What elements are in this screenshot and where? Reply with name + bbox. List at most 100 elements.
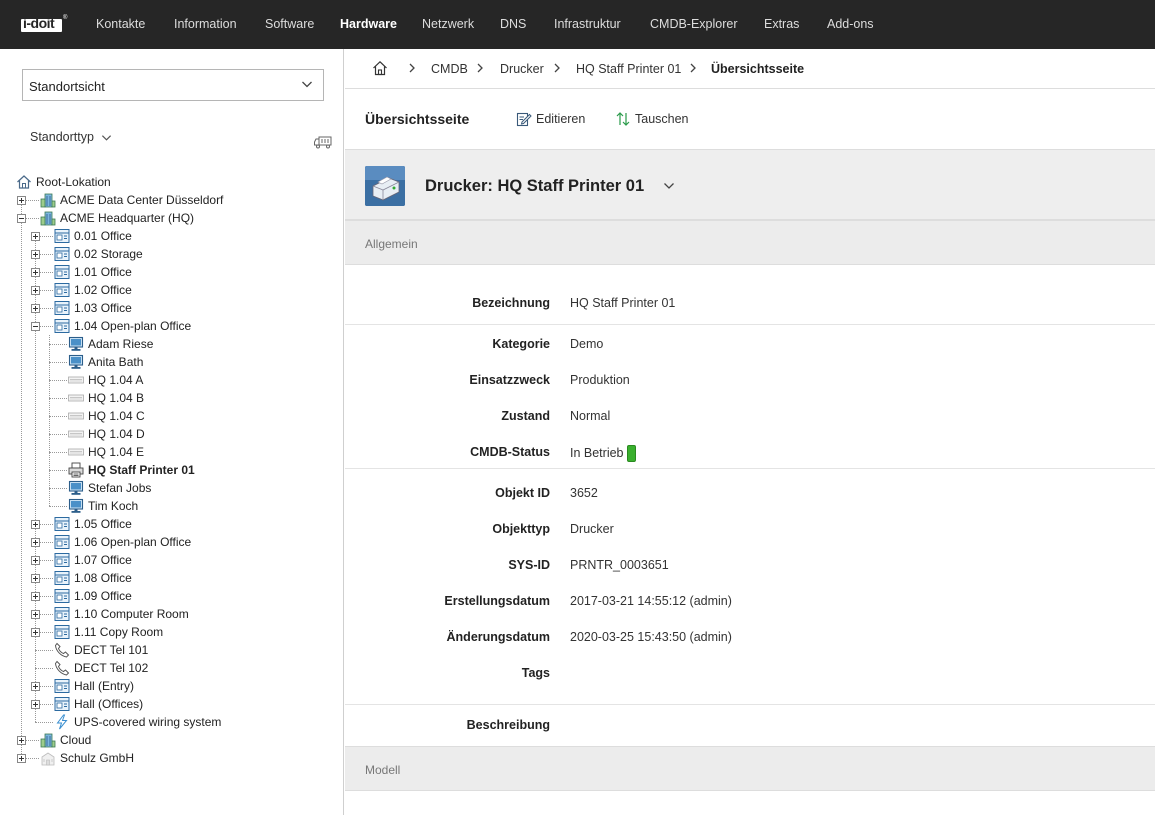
tree-item[interactable]: 0.02 Storage: [54, 245, 143, 263]
tree-item[interactable]: 1.03 Office: [54, 299, 132, 317]
nav-item-netzwerk[interactable]: Netzwerk: [422, 17, 474, 31]
expand-toggle[interactable]: [31, 628, 40, 637]
field-value: Drucker: [570, 522, 614, 536]
tree-item[interactable]: DECT Tel 102: [54, 659, 148, 677]
page-title: Übersichtsseite: [365, 111, 470, 127]
expand-toggle[interactable]: [31, 610, 40, 619]
expand-toggle[interactable]: [31, 592, 40, 601]
expand-toggle[interactable]: [17, 196, 26, 205]
chevron-down-icon: [102, 135, 112, 141]
tree-item[interactable]: Hall (Entry): [54, 677, 134, 695]
expand-toggle[interactable]: [31, 574, 40, 583]
tree-item-label: 1.01 Office: [74, 265, 132, 279]
tree-item-label: 1.04 Open-plan Office: [74, 319, 192, 333]
idoit-logo[interactable]: i-doit ®: [21, 15, 67, 33]
field-value-text: 3652: [570, 486, 598, 500]
tree-item[interactable]: HQ 1.04 C: [68, 407, 145, 425]
nav-item-information[interactable]: Information: [174, 17, 237, 31]
nav-item-addons[interactable]: Add-ons: [827, 17, 874, 31]
tree-item[interactable]: 1.08 Office: [54, 569, 132, 587]
chevron-right-icon: [477, 63, 483, 73]
tree-item-label: 0.01 Office: [74, 229, 132, 243]
breadcrumb-drucker[interactable]: Drucker: [500, 62, 544, 76]
tree-item[interactable]: ACME Data Center Düsseldorf: [40, 191, 223, 209]
tree-item[interactable]: Root-Lokation: [16, 173, 111, 191]
tree-item[interactable]: 1.10 Computer Room: [54, 605, 189, 623]
tree-item[interactable]: Schulz GmbH: [40, 749, 134, 767]
tree-item-label: 1.07 Office: [74, 553, 132, 567]
nav-item-infrastruktur[interactable]: Infrastruktur: [554, 17, 621, 31]
room-icon: [54, 606, 70, 622]
tree-item[interactable]: 1.11 Copy Room: [54, 623, 163, 641]
section-model[interactable]: Modell: [345, 746, 1155, 791]
tree-item[interactable]: HQ 1.04 E: [68, 443, 144, 461]
expand-toggle[interactable]: [31, 520, 40, 529]
tree-item[interactable]: Adam Riese: [68, 335, 153, 353]
object-header: Drucker: HQ Staff Printer 01: [345, 150, 1155, 220]
expand-toggle[interactable]: [31, 232, 40, 241]
room-icon: [54, 318, 70, 334]
tree-item[interactable]: 1.01 Office: [54, 263, 132, 281]
nav-item-software[interactable]: Software: [265, 17, 314, 31]
monitor-icon: [68, 354, 84, 370]
monitor-icon: [68, 480, 84, 496]
expand-toggle[interactable]: [31, 268, 40, 277]
tree-item[interactable]: 1.06 Open-plan Office: [54, 533, 191, 551]
section-model-label: Modell: [365, 763, 401, 777]
nav-item-hardware[interactable]: Hardware: [340, 17, 397, 31]
chevron-down-icon[interactable]: [663, 181, 675, 191]
tree-item[interactable]: HQ Staff Printer 01: [68, 461, 195, 479]
lightning-icon: [54, 714, 70, 730]
field-value: 3652: [570, 486, 598, 500]
collapse-toggle[interactable]: [17, 214, 26, 223]
truck-icon[interactable]: [314, 135, 332, 149]
nav-item-cmdb-explorer[interactable]: CMDB-Explorer: [650, 17, 738, 31]
breadcrumb-cmdb[interactable]: CMDB: [431, 62, 468, 76]
room-icon: [54, 588, 70, 604]
tree-item[interactable]: ACME Headquarter (HQ): [40, 209, 194, 227]
tree-item-label: Root-Lokation: [36, 175, 111, 189]
expand-toggle[interactable]: [31, 700, 40, 709]
collapse-toggle[interactable]: [31, 322, 40, 331]
view-select[interactable]: Standortsicht: [22, 69, 324, 101]
expand-toggle[interactable]: [31, 304, 40, 313]
expand-toggle[interactable]: [31, 538, 40, 547]
tree-item[interactable]: Hall (Offices): [54, 695, 143, 713]
tree-item[interactable]: UPS-covered wiring system: [54, 713, 221, 731]
tree-item[interactable]: 1.02 Office: [54, 281, 132, 299]
nav-item-extras[interactable]: Extras: [764, 17, 799, 31]
tree-item[interactable]: Stefan Jobs: [68, 479, 151, 497]
tree-item[interactable]: HQ 1.04 D: [68, 425, 145, 443]
tree-item[interactable]: HQ 1.04 A: [68, 371, 143, 389]
nav-item-kontakte[interactable]: Kontakte: [96, 17, 145, 31]
room-icon: [54, 570, 70, 586]
tree-item[interactable]: Cloud: [40, 731, 91, 749]
edit-button-label: Editieren: [536, 112, 586, 126]
breadcrumb-object[interactable]: HQ Staff Printer 01: [576, 62, 681, 76]
location-type-filter[interactable]: Standorttyp: [30, 130, 112, 144]
patch-panel-icon: [68, 372, 84, 388]
section-general[interactable]: Allgemein: [345, 220, 1155, 265]
home-icon[interactable]: [372, 60, 388, 76]
edit-button[interactable]: Editieren: [516, 111, 585, 127]
tree-item[interactable]: 1.07 Office: [54, 551, 132, 569]
tree-item[interactable]: 1.04 Open-plan Office: [54, 317, 191, 335]
tree-item-label: HQ Staff Printer 01: [88, 463, 195, 477]
expand-toggle[interactable]: [17, 754, 26, 763]
tree-item[interactable]: 0.01 Office: [54, 227, 132, 245]
expand-toggle[interactable]: [31, 682, 40, 691]
swap-button[interactable]: Tauschen: [615, 111, 689, 127]
tree-item-label: Schulz GmbH: [60, 751, 135, 765]
tree-item[interactable]: 1.09 Office: [54, 587, 132, 605]
tree-item[interactable]: Anita Bath: [68, 353, 143, 371]
tree-item[interactable]: HQ 1.04 B: [68, 389, 144, 407]
expand-toggle[interactable]: [31, 250, 40, 259]
tree-item[interactable]: DECT Tel 101: [54, 641, 148, 659]
tree-item[interactable]: Tim Koch: [68, 497, 138, 515]
nav-item-dns[interactable]: DNS: [500, 17, 526, 31]
tree-item-label: 1.02 Office: [74, 283, 132, 297]
expand-toggle[interactable]: [31, 556, 40, 565]
expand-toggle[interactable]: [31, 286, 40, 295]
tree-item[interactable]: 1.05 Office: [54, 515, 132, 533]
expand-toggle[interactable]: [17, 736, 26, 745]
